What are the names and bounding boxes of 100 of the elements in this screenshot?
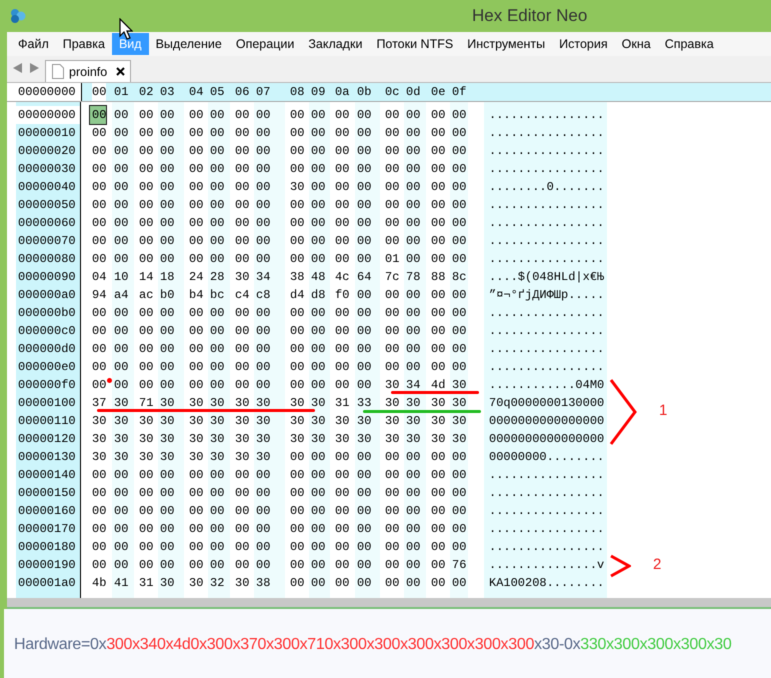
hex-byte: 00 [406,359,420,376]
hex-byte: 00 [290,107,304,124]
hex-byte: 00 [160,305,174,322]
ascii-text: ................ [489,125,604,142]
row-offset: 00000000 [16,106,80,124]
hex-byte: 00 [335,323,350,340]
hex-byte: 30 [256,449,270,466]
menu-item[interactable]: Справка [658,33,721,55]
hex-byte: 00 [92,233,106,250]
hex-byte: 00 [235,161,250,178]
hex-byte: 00 [357,125,372,142]
hex-byte: d4 [290,287,304,304]
hex-byte: 64 [357,269,372,286]
hex-byte: 00 [189,251,204,268]
row-offset: 000000c0 [17,323,77,340]
hex-byte: 00 [189,305,204,322]
hex-byte: 00 [406,539,420,556]
hex-byte: 00 [290,197,304,214]
hex-byte: 00 [235,197,250,214]
ascii-text: ................ [489,539,604,556]
hex-byte: 00 [406,503,420,520]
bracket-mark-icon [609,554,631,578]
row-offset: 00000060 [17,215,77,232]
hex-byte: 00 [431,161,446,178]
hex-byte: 38 [256,575,270,592]
row-offset: 00000030 [17,161,77,178]
hex-byte: 00 [385,359,400,376]
hex-byte: 00 [139,539,154,556]
close-icon[interactable] [116,67,126,76]
hex-byte: 71 [139,395,154,412]
hex-byte: 00 [311,449,326,466]
hex-byte: 00 [311,467,326,484]
hex-byte: 00 [311,485,326,502]
hex-byte: 00 [210,467,224,484]
hex-byte: 00 [92,359,106,376]
row-offset: 00000090 [17,269,77,286]
hex-byte: 00 [431,359,446,376]
hex-byte: 00 [256,179,270,196]
hex-byte: 00 [452,539,466,556]
hex-byte: 00 [406,485,420,502]
hex-byte: 00 [452,323,466,340]
hex-byte: 00 [114,359,128,376]
menu-item[interactable]: Окна [614,33,658,55]
hex-byte: 00 [114,341,128,358]
hex-byte: 00 [452,233,466,250]
hex-byte: 00 [160,161,174,178]
hex-byte: 00 [210,521,224,538]
hex-byte: 00 [256,377,270,394]
hex-byte: 00 [452,107,466,124]
hex-byte: 30 [92,449,106,466]
hex-byte: 00 [139,161,154,178]
hex-byte: 00 [335,143,350,160]
menu-item[interactable]: Выделение [148,33,229,55]
horizontal-scrollbar[interactable] [7,598,771,609]
hex-byte: 00 [452,143,466,160]
hex-byte: 00 [335,125,350,142]
hex-byte: 31 [139,575,154,592]
hex-byte: 30 [235,449,250,466]
hex-byte: 00 [406,287,420,304]
hex-byte: 00 [452,197,466,214]
row-offset: 000000f0 [17,377,77,394]
hex-byte: 00 [256,161,270,178]
hex-byte: 00 [114,161,128,178]
menu-item[interactable]: Файл [11,33,56,55]
hex-byte: 00 [210,485,224,502]
row-offset: 00000130 [17,449,77,466]
offset-header: 00000000 [7,83,82,101]
menu-item[interactable]: Инструменты [460,33,552,55]
hex-byte: 00 [385,341,400,358]
hex-byte: 00 [452,449,466,466]
menu-item[interactable]: Правка [56,33,112,55]
column-header: 05 [210,84,224,101]
ascii-text: ................ [489,323,604,340]
hex-byte: 00 [290,251,304,268]
hex-byte: 30 [139,413,154,430]
hex-byte: 00 [452,161,466,178]
hex-byte: 00 [256,143,270,160]
hex-byte: 00 [357,179,372,196]
tab-scroll-arrows-icon[interactable] [13,63,39,73]
ascii-text: ................ [489,521,604,538]
hex-byte: 00 [452,485,466,502]
hex-byte: 30 [160,413,174,430]
hex-byte: 00 [406,305,420,322]
hex-byte: 00 [92,323,106,340]
hex-byte: 00 [160,125,174,142]
menu-item[interactable]: История [552,33,615,55]
hex-byte: 30 [452,431,466,448]
file-tab[interactable]: proinfo [45,60,132,82]
hex-byte: 00 [311,521,326,538]
hex-byte: 00 [210,215,224,232]
menu-item[interactable]: Потоки NTFS [369,33,460,55]
hex-byte: 00 [385,539,400,556]
hex-byte: 00 [114,305,128,322]
menu-item[interactable]: Закладки [301,33,370,55]
hex-byte: 00 [357,323,372,340]
menu-item[interactable]: Операции [228,33,302,55]
hex-byte: 00 [256,485,270,502]
hex-byte: 00 [311,215,326,232]
hex-byte: 00 [210,233,224,250]
hex-byte: 00 [406,521,420,538]
